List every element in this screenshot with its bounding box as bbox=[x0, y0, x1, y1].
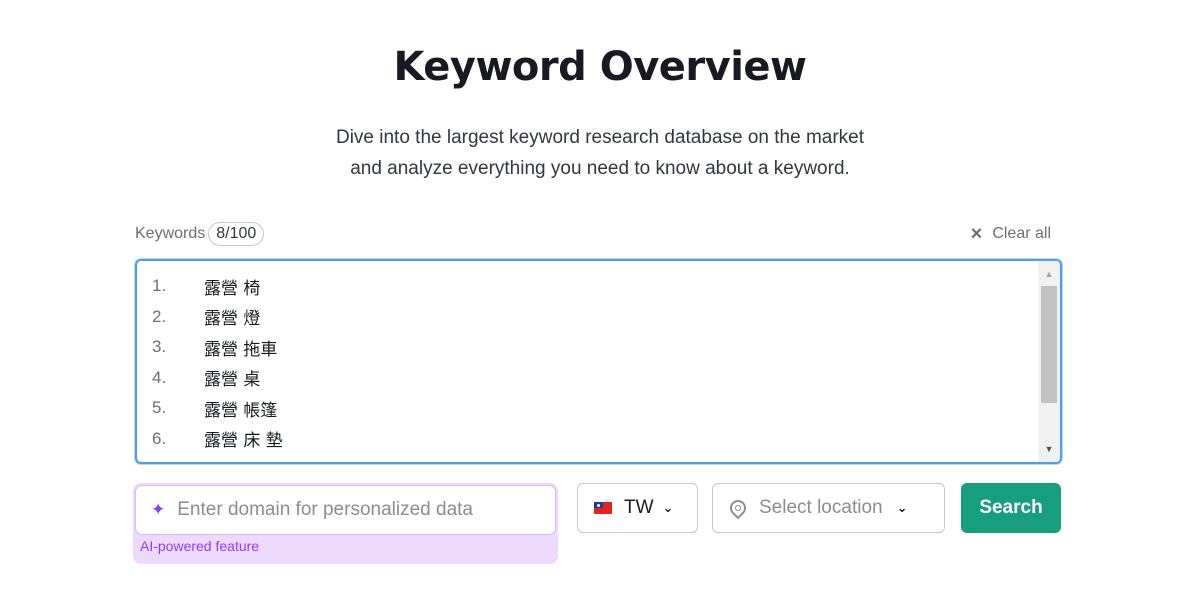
keyword-line: 4. 露營 桌 bbox=[152, 363, 283, 394]
domain-input-container: ✦ AI-powered feature bbox=[133, 483, 558, 564]
sparkle-icon: ✦ bbox=[151, 500, 166, 519]
domain-input-box[interactable]: ✦ bbox=[135, 485, 556, 535]
domain-input[interactable] bbox=[177, 499, 538, 521]
country-dropdown[interactable]: TW ⌄ bbox=[577, 483, 698, 533]
keyword-text: 露營 燈 bbox=[204, 309, 261, 330]
close-icon: × bbox=[970, 223, 983, 245]
keyword-text: 露營 桌 bbox=[204, 370, 261, 391]
keywords-label-group: Keywords 8/100 bbox=[135, 222, 265, 246]
page-subtitle: Dive into the largest keyword research d… bbox=[0, 122, 1200, 184]
subtitle-line-2: and analyze everything you need to know … bbox=[350, 158, 850, 179]
subtitle-line-1: Dive into the largest keyword research d… bbox=[335, 127, 865, 148]
country-code: TW bbox=[624, 497, 654, 518]
clear-all-button[interactable]: × Clear all bbox=[970, 223, 1051, 245]
keyword-number: 6. bbox=[152, 428, 167, 448]
chevron-down-icon: ⌄ bbox=[662, 500, 674, 515]
keywords-header: Keywords 8/100 × Clear all bbox=[135, 221, 1051, 247]
keyword-number: 4. bbox=[152, 367, 167, 387]
keyword-line: 3. 露營 拖車 bbox=[152, 332, 283, 363]
location-dropdown[interactable]: Select location ⌄ bbox=[712, 483, 945, 533]
keywords-textarea[interactable]: 1. 露營 椅 2. 露營 燈 3. 露營 拖車 4. 露營 桌 5. 露營 帳… bbox=[135, 259, 1062, 464]
keyword-number: 7. bbox=[152, 459, 204, 462]
keyword-number: 3. bbox=[152, 337, 167, 357]
keywords-label: Keywords bbox=[135, 225, 206, 242]
keyword-number: 2. bbox=[152, 306, 167, 326]
textarea-scrollbar[interactable]: ▲ ▼ bbox=[1038, 261, 1060, 462]
keyword-text: 露營 帳篷 bbox=[204, 400, 278, 421]
keyword-number: 5. bbox=[152, 398, 167, 418]
keywords-list: 1. 露營 椅 2. 露營 燈 3. 露營 拖車 4. 露營 桌 5. 露營 帳… bbox=[152, 271, 283, 463]
keyword-line: 6. 露營 床 墊 bbox=[152, 424, 283, 455]
ai-powered-label: AI-powered feature bbox=[140, 538, 260, 554]
scroll-up-arrow-icon[interactable]: ▲ bbox=[1038, 265, 1060, 283]
clear-all-label: Clear all bbox=[992, 225, 1051, 242]
keyword-text: 露營 拖車 bbox=[204, 339, 278, 360]
keyword-line: 1. 露營 椅 bbox=[152, 271, 283, 302]
keywords-count-badge: 8/100 bbox=[208, 222, 265, 246]
taiwan-flag-icon bbox=[594, 502, 612, 514]
keyword-line: 2. 露營 燈 bbox=[152, 302, 283, 333]
page-title: Keyword Overview bbox=[393, 44, 807, 90]
location-placeholder: Select location bbox=[759, 497, 883, 518]
keyword-line: 5. 露營 帳篷 bbox=[152, 393, 283, 424]
search-button[interactable]: Search bbox=[961, 483, 1061, 533]
scroll-down-arrow-icon[interactable]: ▼ bbox=[1038, 440, 1060, 458]
chevron-down-icon: ⌄ bbox=[896, 500, 908, 515]
location-pin-icon bbox=[726, 496, 750, 520]
keyword-text: 露營 床 墊 bbox=[204, 431, 283, 452]
scrollbar-thumb[interactable] bbox=[1041, 286, 1057, 403]
keyword-number: 1. bbox=[152, 276, 167, 296]
keyword-line: 7. 露營 炊具 bbox=[152, 454, 283, 463]
keyword-text: 露營 椅 bbox=[204, 278, 261, 299]
keyword-text: 露營 炊具 bbox=[204, 457, 277, 463]
